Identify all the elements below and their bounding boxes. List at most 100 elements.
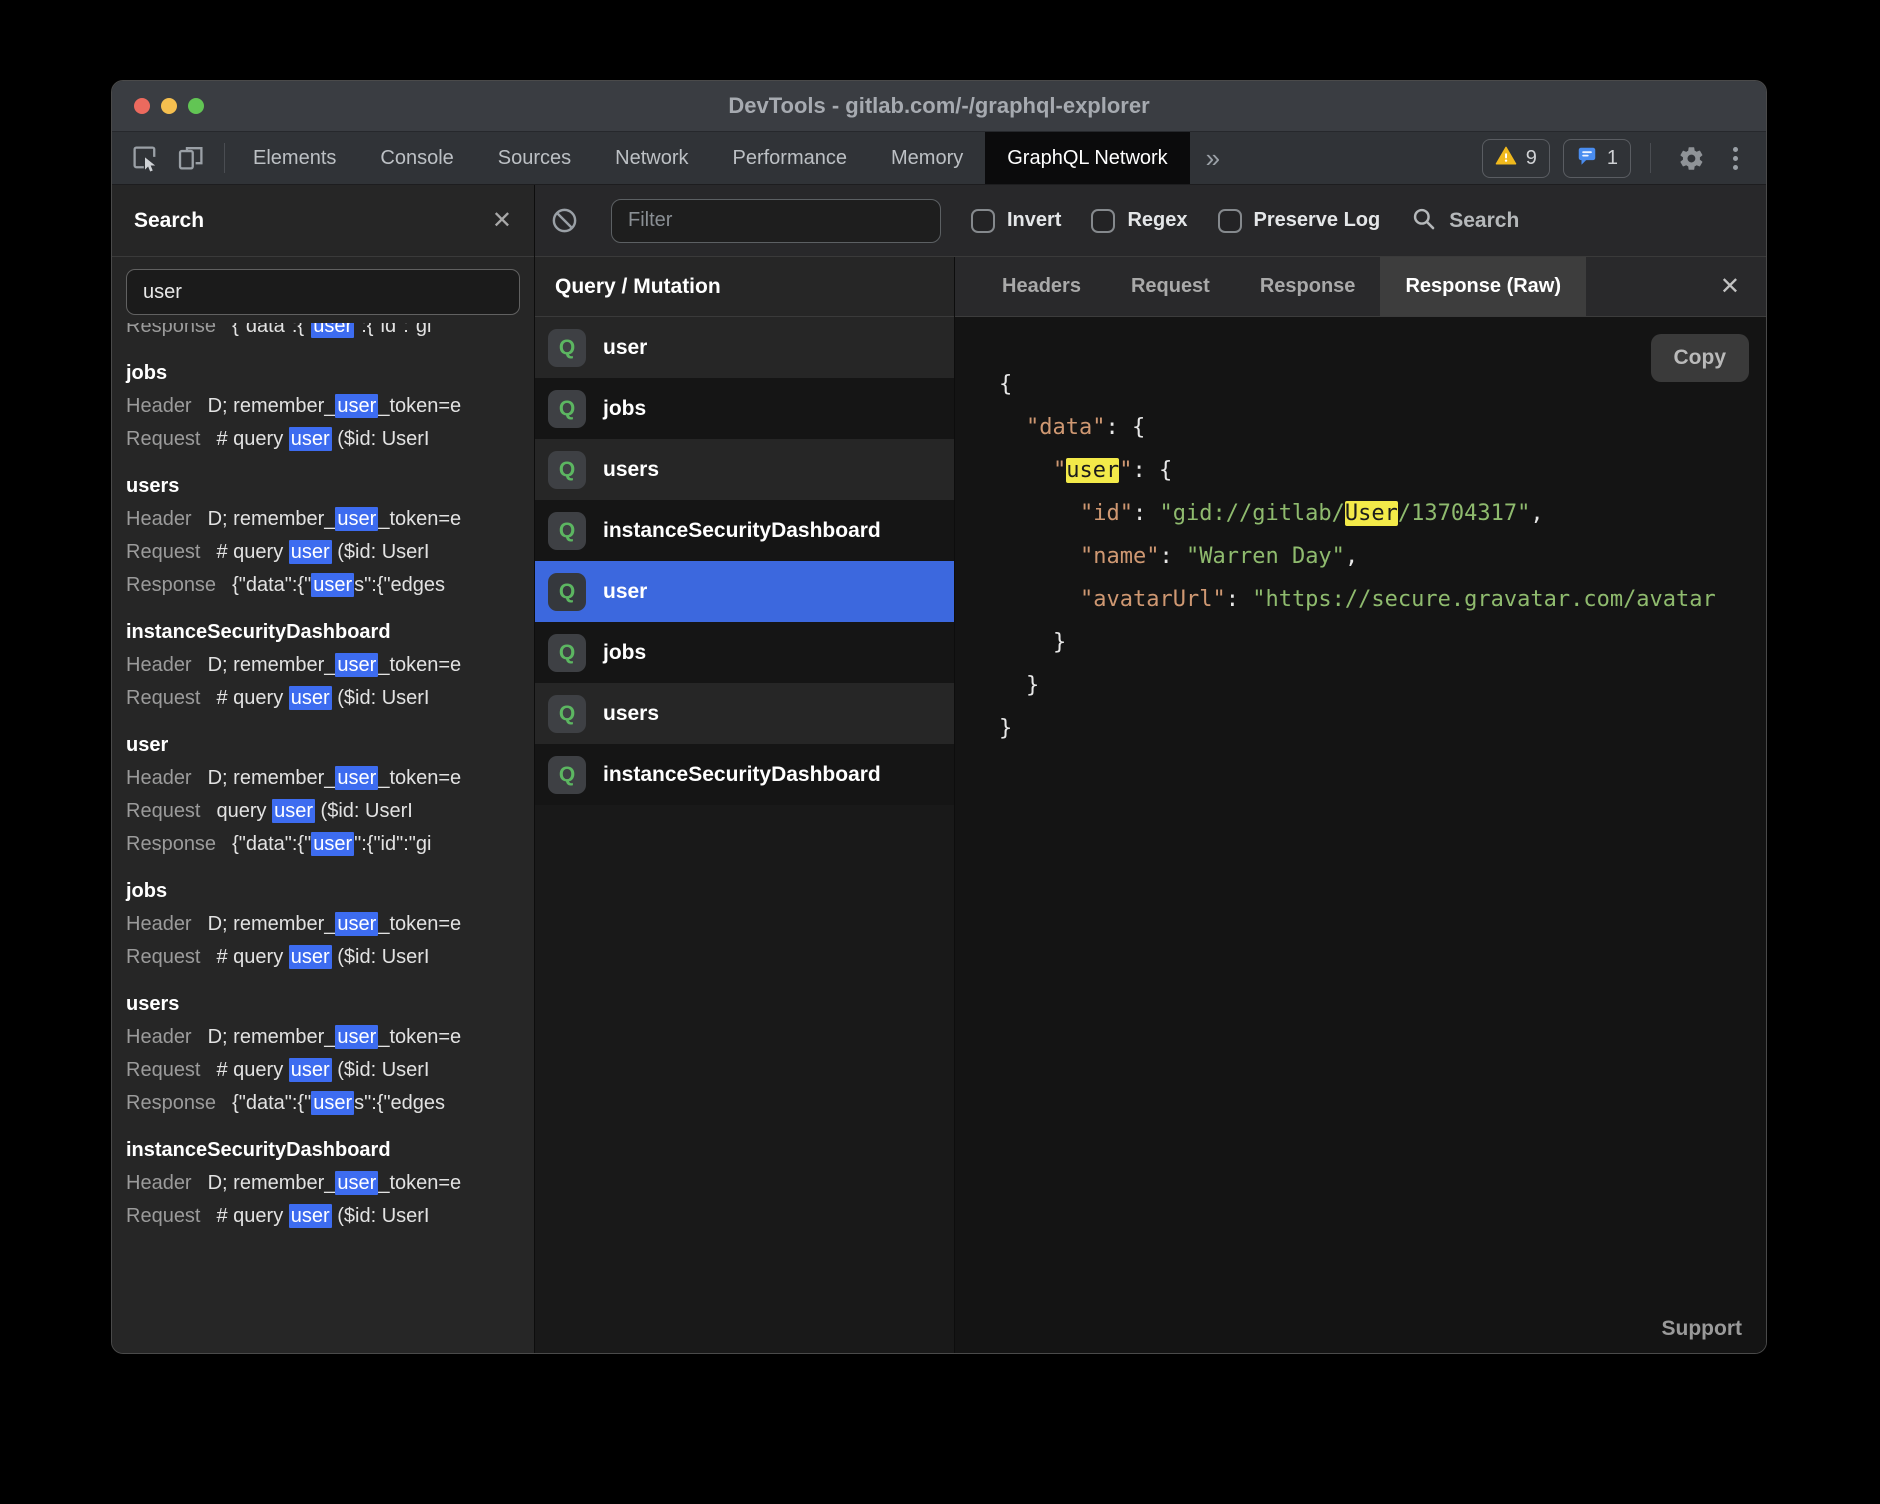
result-line-header[interactable]: HeaderD; remember_user_token=e — [126, 390, 520, 423]
filter-input[interactable] — [611, 199, 941, 243]
search-result-entry: usersHeaderD; remember_user_token=eReque… — [126, 987, 520, 1120]
result-query-name[interactable]: jobs — [126, 356, 520, 390]
query-type-badge: Q — [548, 756, 586, 794]
match-highlight: user — [289, 686, 332, 710]
match-highlight: user — [335, 653, 378, 677]
support-link[interactable]: Support — [1662, 1317, 1742, 1341]
settings-gear-icon[interactable] — [1670, 137, 1712, 179]
toolbar-search-button[interactable]: Search — [1410, 205, 1519, 237]
result-text: ($id: UserI — [332, 541, 430, 563]
result-query-name[interactable]: instanceSecurityDashboard — [126, 615, 520, 649]
result-text: {"data":{" — [232, 833, 311, 855]
match-highlight: user — [335, 507, 378, 531]
query-list-item-users[interactable]: Qusers — [535, 439, 954, 500]
query-item-label: user — [603, 580, 647, 604]
inspect-element-icon[interactable] — [124, 137, 166, 179]
result-text: # query — [217, 1205, 289, 1227]
result-line-response[interactable]: Response{"data":{"users":{"edges — [126, 569, 520, 602]
result-query-name[interactable]: jobs — [126, 874, 520, 908]
zoom-window-button[interactable] — [188, 98, 204, 114]
detail-tab-request[interactable]: Request — [1106, 257, 1235, 316]
regex-checkbox[interactable] — [1091, 209, 1115, 233]
query-type-badge: Q — [548, 634, 586, 672]
json-token: : — [1132, 458, 1159, 483]
invert-checkbox[interactable] — [971, 209, 995, 233]
result-text: _token=e — [378, 395, 461, 417]
toolbar-divider — [1650, 143, 1651, 173]
close-detail-icon[interactable]: ✕ — [1720, 275, 1766, 299]
json-token: "avatarUrl" — [1080, 587, 1226, 612]
search-input[interactable] — [126, 269, 520, 315]
tab-performance[interactable]: Performance — [711, 132, 870, 184]
result-line-request[interactable]: Request# query user ($id: UserI — [126, 1200, 520, 1233]
messages-badge[interactable]: 1 — [1563, 139, 1631, 178]
query-list-item-users[interactable]: Qusers — [535, 683, 954, 744]
close-search-panel-icon[interactable]: ✕ — [492, 209, 512, 233]
tab-console[interactable]: Console — [358, 132, 475, 184]
result-line-request[interactable]: Request# query user ($id: UserI — [126, 1054, 520, 1087]
preserve-log-checkbox[interactable] — [1218, 209, 1242, 233]
query-item-label: instanceSecurityDashboard — [603, 519, 881, 543]
warnings-badge[interactable]: 9 — [1482, 139, 1550, 178]
kebab-menu-icon[interactable] — [1725, 147, 1746, 170]
devtools-tabbar: ElementsConsoleSourcesNetworkPerformance… — [112, 131, 1766, 185]
device-toolbar-icon[interactable] — [170, 137, 212, 179]
tab-memory[interactable]: Memory — [869, 132, 985, 184]
result-line-header[interactable]: HeaderD; remember_user_token=e — [126, 1021, 520, 1054]
result-query-name[interactable]: user — [126, 728, 520, 762]
result-line-header[interactable]: HeaderD; remember_user_token=e — [126, 649, 520, 682]
devtools-tab-strip: ElementsConsoleSourcesNetworkPerformance… — [231, 132, 1190, 184]
result-line-label: Header — [126, 395, 208, 417]
query-list-item-jobs[interactable]: Qjobs — [535, 622, 954, 683]
detail-tab-headers[interactable]: Headers — [977, 257, 1106, 316]
close-window-button[interactable] — [134, 98, 150, 114]
result-line-header[interactable]: HeaderD; remember_user_token=e — [126, 503, 520, 536]
copy-button[interactable]: Copy — [1651, 334, 1750, 382]
json-token: : — [1105, 415, 1132, 440]
tab-elements[interactable]: Elements — [231, 132, 358, 184]
result-line-request[interactable]: Request# query user ($id: UserI — [126, 941, 520, 974]
result-line-request[interactable]: Request# query user ($id: UserI — [126, 423, 520, 456]
result-line-response[interactable]: Response{"data":{"user":{"id":"gi — [126, 323, 520, 343]
json-token: : — [1133, 501, 1160, 526]
tab-sources[interactable]: Sources — [476, 132, 593, 184]
result-line-header[interactable]: HeaderD; remember_user_token=e — [126, 762, 520, 795]
message-count: 1 — [1607, 147, 1618, 170]
warning-icon — [1495, 145, 1517, 172]
result-line-request[interactable]: Requestquery user ($id: UserI — [126, 795, 520, 828]
result-query-name[interactable]: users — [126, 987, 520, 1021]
query-item-label: user — [603, 336, 647, 360]
result-text: # query — [217, 946, 289, 968]
invert-label: Invert — [1007, 209, 1061, 232]
json-token: "https://secure.gravatar.com/avatar — [1252, 587, 1716, 612]
query-list-item-instancesecuritydashboard[interactable]: QinstanceSecurityDashboard — [535, 744, 954, 805]
preserve-log-label: Preserve Log — [1254, 209, 1381, 232]
match-highlight: user — [289, 1058, 332, 1082]
result-line-response[interactable]: Response{"data":{"user":{"id":"gi — [126, 828, 520, 861]
result-query-name[interactable]: instanceSecurityDashboard — [126, 1133, 520, 1167]
json-token: { — [999, 372, 1012, 397]
query-list-item-instancesecuritydashboard[interactable]: QinstanceSecurityDashboard — [535, 500, 954, 561]
detail-tab-response-raw[interactable]: Response (Raw) — [1380, 257, 1586, 316]
tab-network[interactable]: Network — [593, 132, 710, 184]
result-text: {"data":{" — [232, 323, 311, 337]
detail-tab-response[interactable]: Response — [1235, 257, 1381, 316]
query-item-label: jobs — [603, 641, 646, 665]
query-type-badge: Q — [548, 329, 586, 367]
minimize-window-button[interactable] — [161, 98, 177, 114]
result-line-header[interactable]: HeaderD; remember_user_token=e — [126, 1167, 520, 1200]
query-list-item-user[interactable]: Quser — [535, 317, 954, 378]
result-line-request[interactable]: Request# query user ($id: UserI — [126, 536, 520, 569]
result-query-name[interactable]: users — [126, 469, 520, 503]
clear-block-icon[interactable] — [543, 200, 585, 242]
result-line-response[interactable]: Response{"data":{"users":{"edges — [126, 1087, 520, 1120]
result-line-header[interactable]: HeaderD; remember_user_token=e — [126, 908, 520, 941]
tab-graphql-network[interactable]: GraphQL Network — [985, 132, 1189, 184]
result-line-label: Header — [126, 767, 208, 789]
query-list-item-jobs[interactable]: Qjobs — [535, 378, 954, 439]
toolbar-search-label: Search — [1449, 209, 1519, 233]
json-token: } — [999, 716, 1012, 741]
result-line-request[interactable]: Request# query user ($id: UserI — [126, 682, 520, 715]
query-list-item-user[interactable]: Quser — [535, 561, 954, 622]
more-tabs-chevron[interactable]: » — [1190, 132, 1236, 184]
